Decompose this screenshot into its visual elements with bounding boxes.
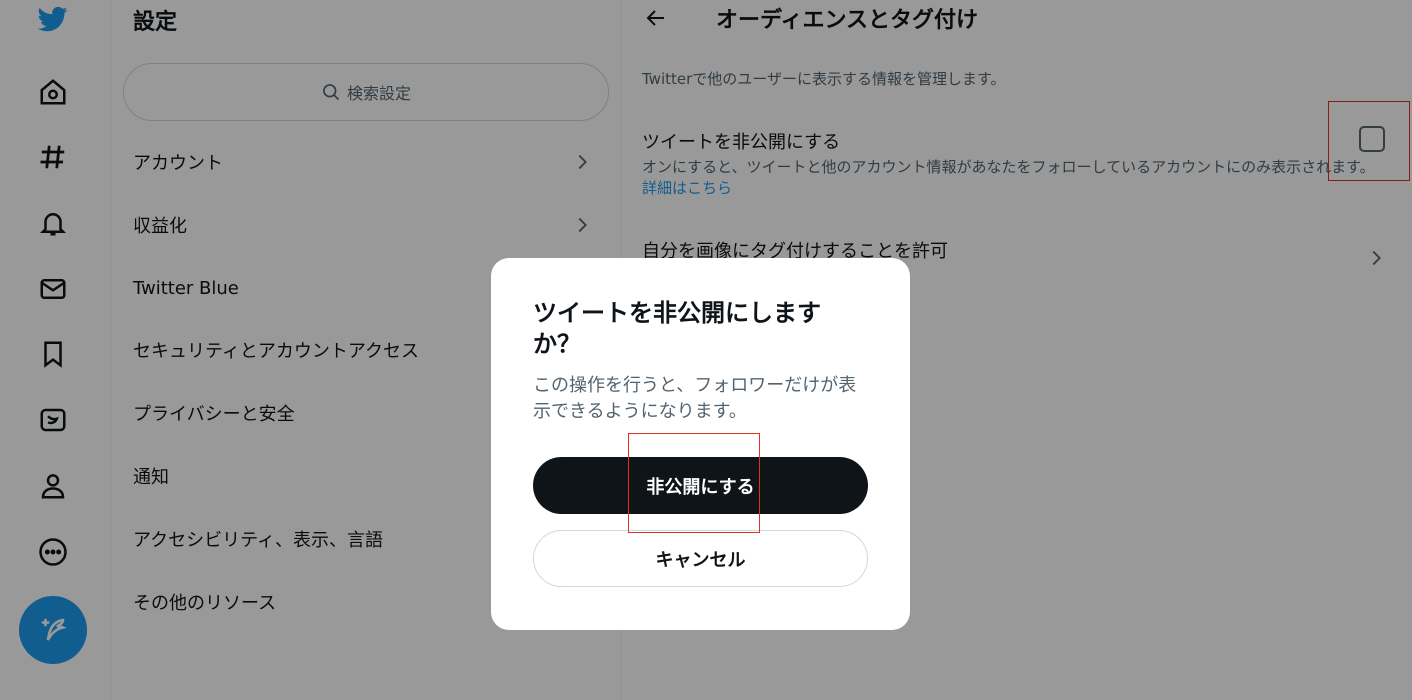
annotation-highlight-confirm xyxy=(628,433,760,533)
cancel-button[interactable]: キャンセル xyxy=(533,530,868,587)
protect-tweets-dialog: ツイートを非公開にしますか？ この操作を行うと、フォロワーだけが表示できるように… xyxy=(491,258,910,630)
dialog-text: この操作を行うと、フォロワーだけが表示できるようになります。 xyxy=(533,375,857,422)
dialog-title: ツイートを非公開にしますか？ xyxy=(533,299,821,358)
